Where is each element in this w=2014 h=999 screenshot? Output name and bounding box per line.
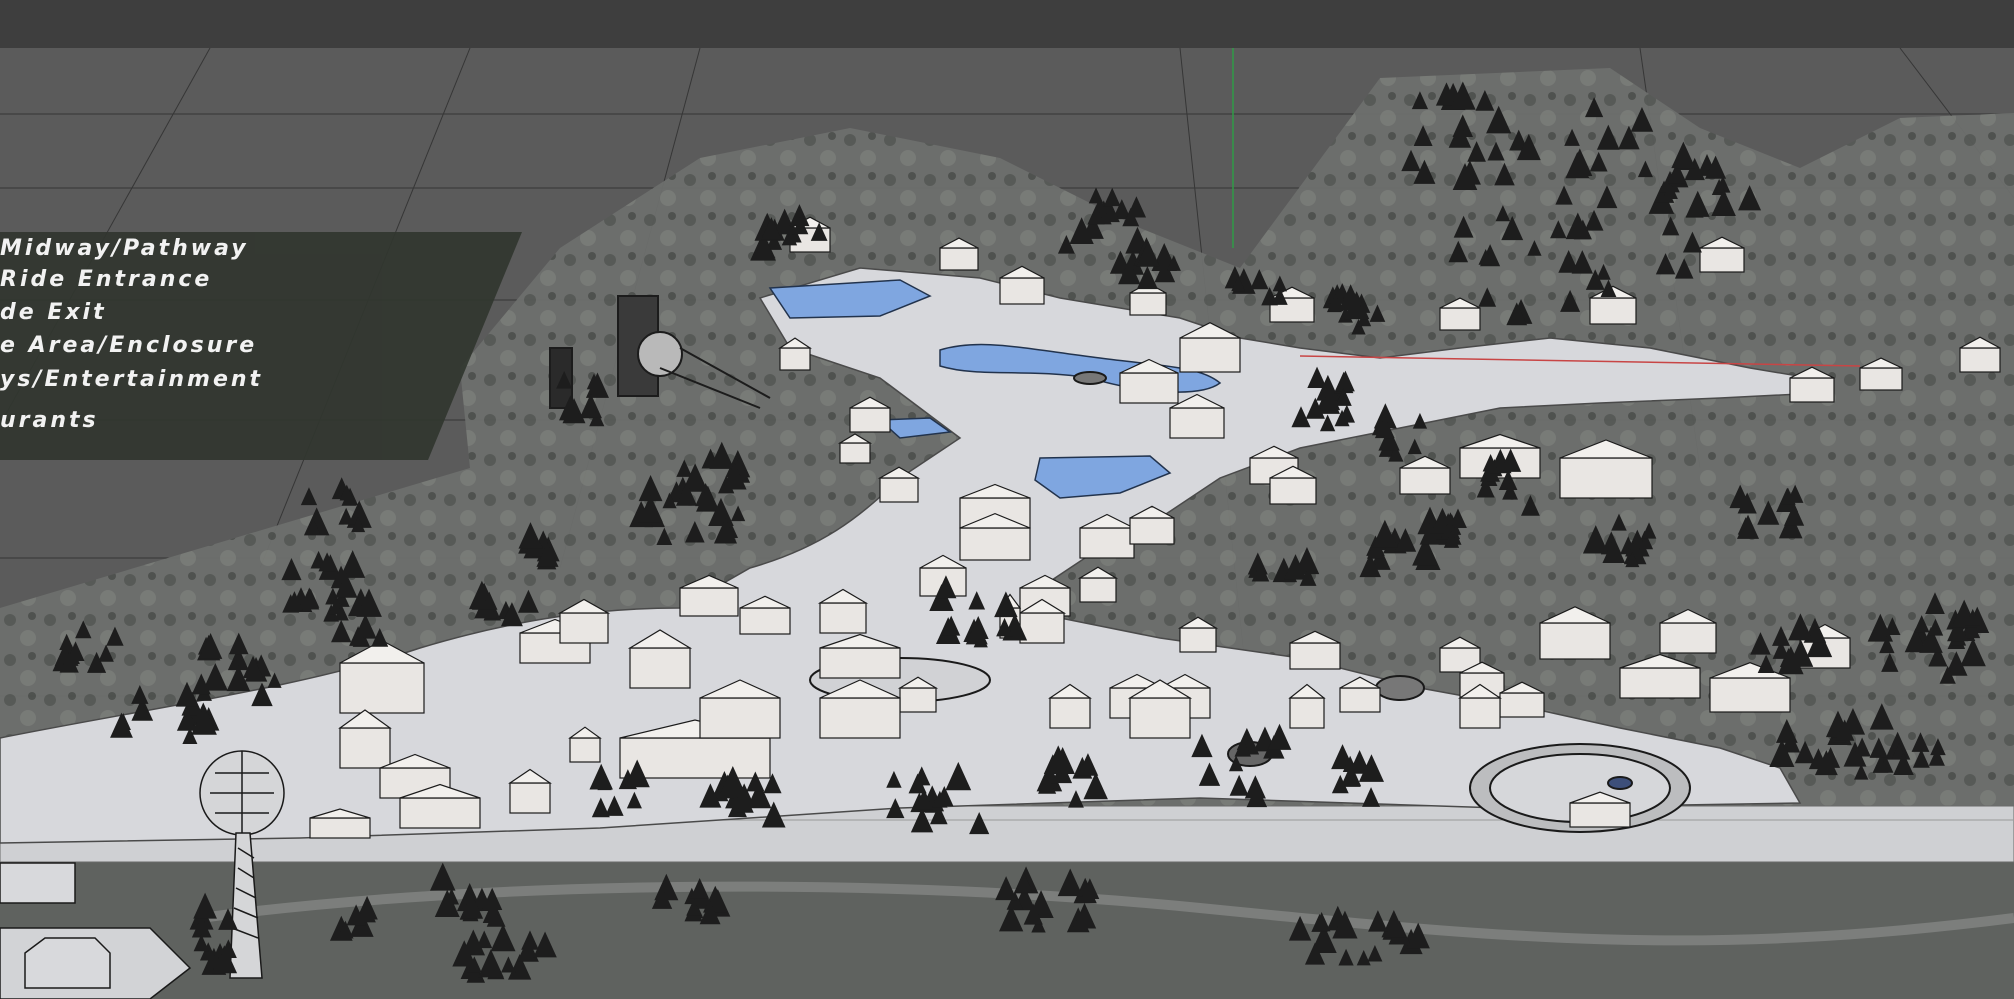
- legend-item-shows-entertainment: ys/Entertainment: [0, 367, 264, 392]
- legend-item-midway-pathway: Midway/Pathway: [0, 236, 249, 261]
- toolbar: [0, 0, 2014, 49]
- 3d-viewport[interactable]: Midway/Pathway Ride Entrance de Exit e A…: [0, 48, 2014, 999]
- park-model-scene[interactable]: [0, 48, 2014, 999]
- legend-item-ride-exit: de Exit: [0, 300, 107, 325]
- legend-item-restaurants: urants: [0, 408, 99, 433]
- legend-item-ride-entrance: Ride Entrance: [0, 267, 213, 292]
- legend-item-area-enclosure: e Area/Enclosure: [0, 333, 258, 358]
